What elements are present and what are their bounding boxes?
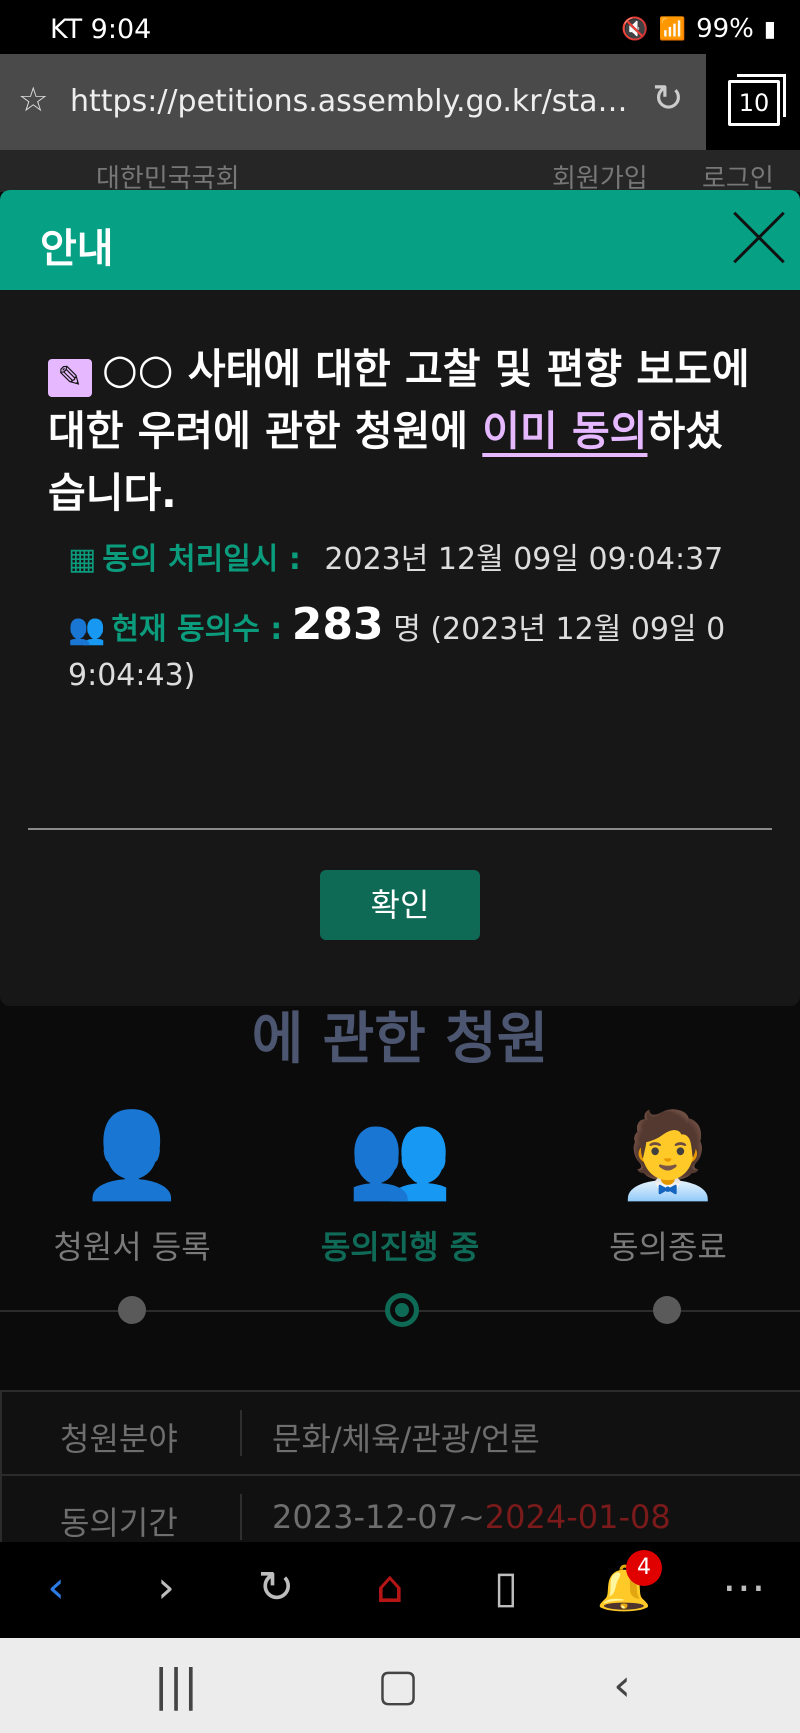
podium-icon: 🧑‍💼 (615, 1105, 721, 1204)
status-icons: 🔇 📶 99% ▮ (621, 14, 776, 44)
browser-toolbar: ‹ › ↻ ⌂ ▯ 🔔 4 ⋯ (0, 1542, 800, 1638)
mute-icon: 🔇 (621, 16, 649, 42)
home-icon[interactable]: ⌂ (360, 1562, 420, 1618)
system-back-icon[interactable]: ‹ (592, 1660, 652, 1711)
notice-modal: 안내 ✎ ○○ 사태에 대한 고찰 및 편향 보도에 대한 우려에 관한 청원에 … (0, 190, 800, 1006)
calendar-icon: ▦ (68, 542, 97, 577)
tab-switcher-button[interactable]: 10 (706, 54, 800, 150)
battery-level: 99% (696, 14, 754, 44)
step-in-progress: 👥 동의진행 중 (300, 1100, 500, 1268)
modal-message: ✎ ○○ 사태에 대한 고찰 및 편향 보도에 대한 우려에 관한 청원에 이미 … (48, 345, 750, 517)
refresh-icon[interactable]: ↻ (246, 1562, 306, 1618)
status-bar: KT 9:04 🔇 📶 99% ▮ (0, 0, 800, 54)
step-label: 동의진행 중 (320, 1228, 480, 1266)
timeline-dot (118, 1296, 146, 1324)
row-key: 청원분야 (60, 1420, 178, 1458)
wifi-icon: 📶 (658, 16, 687, 42)
petition-info-table: 청원분야 문화/체육/관광/언론 동의기간 2023-12-07~2024-01… (0, 1390, 800, 1560)
already-agreed-link[interactable]: 이미 동의 (482, 407, 647, 455)
site-header: 대한민국국회 회원가입 로그인 (0, 150, 800, 194)
close-icon[interactable] (728, 208, 788, 268)
timeline-dot-active (385, 1293, 419, 1327)
row-key: 동의기간 (60, 1504, 178, 1542)
count-value: 283 (291, 599, 384, 650)
url-text[interactable]: https://petitions.assembly.go.kr/sta… (70, 84, 630, 119)
back-icon[interactable]: ‹ (26, 1562, 86, 1618)
divider (28, 828, 772, 830)
timeline-dot (653, 1296, 681, 1324)
group-icon: 👥 (347, 1105, 453, 1204)
edit-icon: ✎ (48, 359, 92, 397)
confirm-button[interactable]: 확인 (320, 870, 480, 940)
petition-title-fragment: 에 관한 청원 (251, 1007, 549, 1072)
tab-count: 10 (728, 74, 786, 126)
processed-datetime: ▦ 동의 처리일시 : 2023년 12월 09일 09:04:37 (68, 534, 723, 578)
processed-value: 2023년 12월 09일 09:04:37 (324, 542, 724, 577)
battery-icon: ▮ (763, 16, 776, 42)
reload-icon[interactable]: ↻ (652, 76, 684, 120)
presenter-icon: 👤 (79, 1105, 185, 1204)
table-row: 청원분야 문화/체육/관광/언론 (2, 1392, 800, 1476)
step-label: 청원서 등록 (53, 1228, 211, 1266)
count-unit: 명 (2023년 12월 09일 0 (393, 612, 726, 647)
address-bar[interactable]: ☆ https://petitions.assembly.go.kr/sta… … (0, 54, 706, 150)
processed-label: 동의 처리일시 : (102, 542, 301, 577)
users-icon: 👥 (68, 612, 106, 647)
modal-header: 안내 (0, 190, 800, 290)
modal-title: 안내 (40, 226, 114, 272)
end-date: 2024-01-08 (484, 1498, 671, 1536)
system-navigation: ||| ▢ ‹ (0, 1638, 800, 1733)
bookmark-icon[interactable]: ▯ (476, 1562, 536, 1618)
notification-badge: 4 (626, 1550, 662, 1586)
row-value: 2023-12-07~2024-01-08 (272, 1498, 671, 1536)
count-time: 9:04:43) (68, 658, 196, 693)
forward-icon[interactable]: › (136, 1562, 196, 1618)
current-count: 👥 현재 동의수 : 283 명 (2023년 12월 09일 0 9:04:43… (68, 602, 748, 699)
row-value: 문화/체육/관광/언론 (272, 1420, 540, 1458)
step-registration: 👤 청원서 등록 (32, 1100, 232, 1268)
carrier-time: KT 9:04 (50, 14, 152, 45)
step-label: 동의종료 (609, 1228, 727, 1266)
home-button-icon[interactable]: ▢ (368, 1660, 428, 1711)
count-label: 현재 동의수 : (111, 612, 283, 647)
more-icon[interactable]: ⋯ (714, 1562, 774, 1618)
recent-apps-icon[interactable]: ||| (146, 1660, 206, 1711)
bookmark-star-icon[interactable]: ☆ (18, 80, 48, 120)
step-closed: 🧑‍💼 동의종료 (568, 1100, 768, 1268)
